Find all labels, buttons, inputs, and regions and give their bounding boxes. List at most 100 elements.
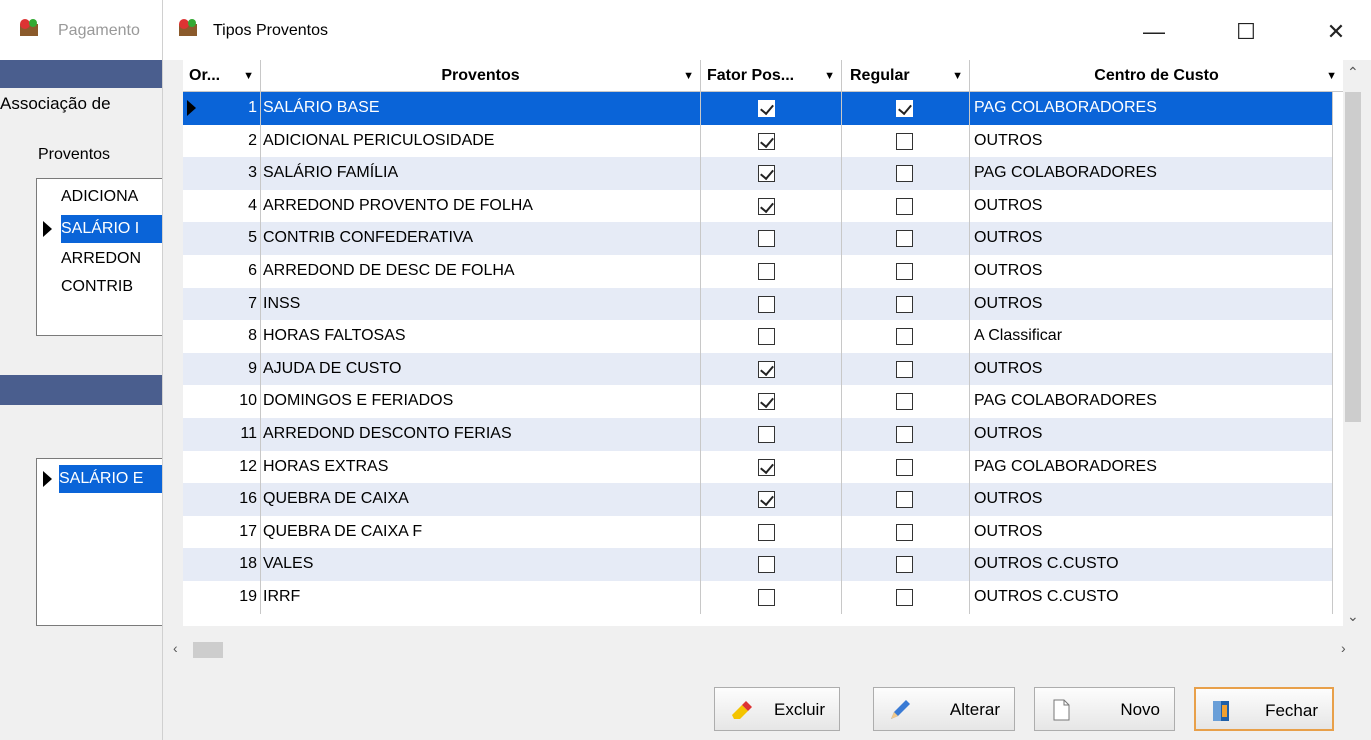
provento-cell[interactable]: VALES (261, 548, 701, 581)
ordem-cell[interactable]: 8 (183, 320, 261, 353)
regular-cell[interactable] (842, 418, 970, 451)
regular-cell[interactable] (842, 483, 970, 516)
fator-checkbox[interactable] (758, 263, 775, 280)
ordem-cell[interactable]: 5 (183, 222, 261, 255)
ordem-cell[interactable]: 3 (183, 157, 261, 190)
provento-cell[interactable]: AJUDA DE CUSTO (261, 352, 701, 386)
regular-checkbox[interactable] (896, 328, 913, 346)
centro-custo-cell[interactable]: PAG COLABORADORES (970, 92, 1333, 125)
provento-cell[interactable]: ARREDOND DESCONTO FERIAS (261, 418, 701, 451)
provento-cell[interactable]: SALÁRIO FAMÍLIA (261, 157, 701, 190)
table-row[interactable]: 3 SALÁRIO FAMÍLIA PAG COLABORADORES (183, 157, 1333, 190)
minimize-button[interactable]: — (1131, 14, 1177, 50)
centro-custo-cell[interactable]: OUTROS (970, 352, 1333, 386)
fator-checkbox[interactable] (758, 589, 775, 606)
table-row[interactable]: 5 CONTRIB CONFEDERATIVA OUTROS (183, 222, 1333, 255)
table-row[interactable]: 1 SALÁRIO BASE PAG COLABORADORES (183, 92, 1333, 125)
regular-cell[interactable] (842, 157, 970, 190)
provento-cell[interactable]: ARREDOND DE DESC DE FOLHA (261, 255, 701, 288)
regular-checkbox[interactable] (896, 100, 913, 117)
proventos-list[interactable]: ADICIONA SALÁRIO I ARREDON CONTRIB (36, 178, 181, 336)
table-row[interactable]: 2 ADICIONAL PERICULOSIDADE OUTROS (183, 124, 1333, 158)
table-row[interactable]: 9 AJUDA DE CUSTO OUTROS (183, 352, 1333, 386)
regular-checkbox[interactable] (896, 165, 913, 183)
regular-cell[interactable] (842, 222, 970, 255)
table-row[interactable]: 10 DOMINGOS E FERIADOS PAG COLABORADORES (183, 385, 1333, 418)
regular-checkbox[interactable] (896, 523, 913, 541)
fator-cell[interactable] (701, 287, 842, 321)
ordem-cell[interactable]: 10 (183, 385, 261, 418)
novo-button[interactable]: Novo (1034, 687, 1175, 731)
fator-cell[interactable] (701, 157, 842, 190)
provento-cell[interactable]: CONTRIB CONFEDERATIVA (261, 222, 701, 255)
regular-cell[interactable] (842, 581, 970, 614)
close-button[interactable]: ✕ (1313, 14, 1359, 50)
fator-checkbox[interactable] (758, 393, 775, 411)
scroll-up-icon[interactable]: ⌃ (1347, 64, 1359, 81)
provento-cell[interactable]: DOMINGOS E FERIADOS (261, 385, 701, 418)
table-row[interactable]: 17 QUEBRA DE CAIXA F OUTROS (183, 515, 1333, 549)
regular-cell[interactable] (842, 320, 970, 353)
fator-checkbox[interactable] (758, 295, 775, 313)
provento-cell[interactable]: INSS (261, 287, 701, 321)
centro-custo-cell[interactable]: OUTROS (970, 483, 1333, 516)
ordem-cell[interactable]: 7 (183, 287, 261, 321)
provento-cell[interactable]: SALÁRIO BASE (261, 92, 701, 125)
fator-cell[interactable] (701, 581, 842, 614)
table-row[interactable]: 11 ARREDOND DESCONTO FERIAS OUTROS (183, 418, 1333, 451)
titlebar[interactable]: Tipos Proventos — ☐ ✕ (163, 0, 1371, 60)
regular-checkbox[interactable] (896, 458, 913, 476)
regular-checkbox[interactable] (896, 426, 913, 443)
regular-cell[interactable] (842, 189, 970, 223)
regular-checkbox[interactable] (896, 360, 913, 378)
maximize-button[interactable]: ☐ (1223, 14, 1269, 50)
provento-cell[interactable]: QUEBRA DE CAIXA F (261, 515, 701, 549)
regular-cell[interactable] (842, 548, 970, 581)
fator-cell[interactable] (701, 255, 842, 288)
ordem-cell[interactable]: 6 (183, 255, 261, 288)
fator-cell[interactable] (701, 320, 842, 353)
fator-cell[interactable] (701, 92, 842, 125)
regular-cell[interactable] (842, 92, 970, 125)
fator-cell[interactable] (701, 548, 842, 581)
ordem-cell[interactable]: 12 (183, 450, 261, 484)
centro-custo-cell[interactable]: PAG COLABORADORES (970, 157, 1333, 190)
regular-cell[interactable] (842, 287, 970, 321)
centro-custo-cell[interactable]: OUTROS (970, 418, 1333, 451)
centro-custo-cell[interactable]: OUTROS C.CUSTO (970, 548, 1333, 581)
fator-checkbox[interactable] (758, 132, 775, 150)
regular-checkbox[interactable] (896, 295, 913, 313)
fator-checkbox[interactable] (758, 491, 775, 509)
centro-custo-cell[interactable]: OUTROS (970, 222, 1333, 255)
regular-checkbox[interactable] (896, 393, 913, 411)
table-row[interactable]: 12 HORAS EXTRAS PAG COLABORADORES (183, 450, 1333, 484)
background-titlebar[interactable]: Pagamento (0, 0, 170, 60)
fator-cell[interactable] (701, 450, 842, 484)
centro-custo-cell[interactable]: OUTROS (970, 515, 1333, 549)
centro-custo-cell[interactable]: OUTROS (970, 189, 1333, 223)
regular-cell[interactable] (842, 385, 970, 418)
centro-custo-cell[interactable]: OUTROS (970, 287, 1333, 321)
column-header-ordem[interactable]: Or... ▼ (183, 60, 261, 92)
ordem-cell[interactable]: 9 (183, 352, 261, 386)
fator-checkbox[interactable] (758, 426, 775, 443)
regular-cell[interactable] (842, 450, 970, 484)
ordem-cell[interactable]: 11 (183, 418, 261, 451)
column-header-regular[interactable]: Regular ▼ (842, 60, 970, 92)
fator-checkbox[interactable] (758, 230, 775, 248)
fator-cell[interactable] (701, 352, 842, 386)
horizontal-scrollbar[interactable]: ‹ › (163, 640, 1363, 660)
alterar-button[interactable]: Alterar (873, 687, 1015, 731)
table-row[interactable]: 4 ARREDOND PROVENTO DE FOLHA OUTROS (183, 189, 1333, 223)
ordem-cell[interactable]: 17 (183, 515, 261, 549)
selected-proventos-list[interactable]: SALÁRIO E (36, 458, 179, 626)
regular-cell[interactable] (842, 124, 970, 158)
provento-cell[interactable]: QUEBRA DE CAIXA (261, 483, 701, 516)
centro-custo-cell[interactable]: OUTROS C.CUSTO (970, 581, 1333, 614)
vertical-scrollbar[interactable]: ⌃ ⌄ (1343, 60, 1363, 630)
ordem-cell[interactable]: 16 (183, 483, 261, 516)
provento-cell[interactable]: HORAS EXTRAS (261, 450, 701, 484)
centro-custo-cell[interactable]: PAG COLABORADORES (970, 385, 1333, 418)
vertical-scroll-thumb[interactable] (1345, 92, 1361, 422)
table-row[interactable]: 7 INSS OUTROS (183, 287, 1333, 321)
